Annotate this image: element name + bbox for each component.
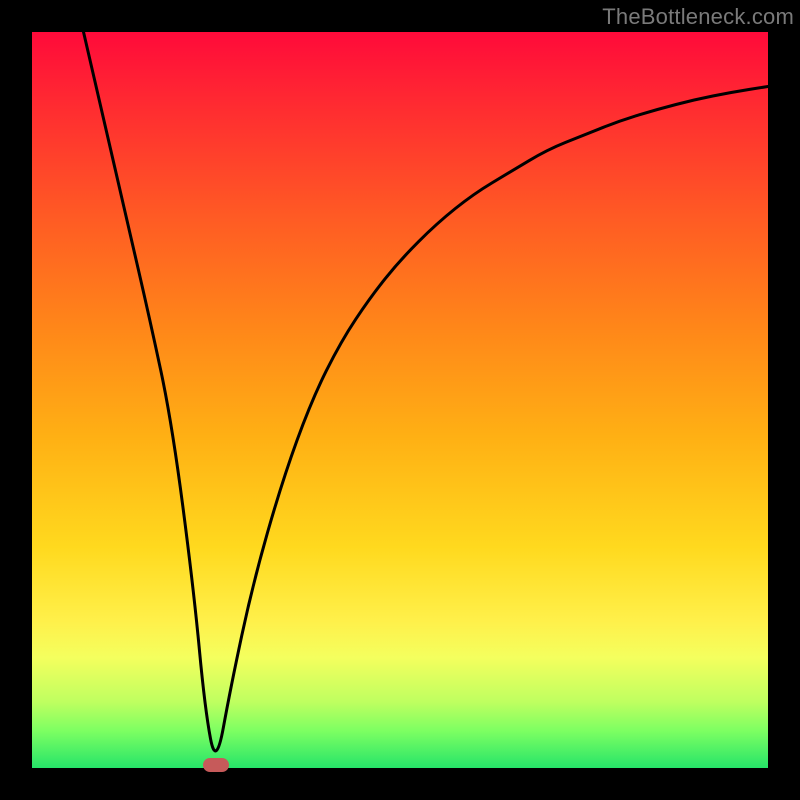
watermark-text: TheBottleneck.com — [602, 4, 794, 30]
minimum-marker — [203, 758, 229, 772]
plot-area — [32, 32, 768, 768]
bottleneck-curve — [32, 32, 768, 768]
chart-frame: TheBottleneck.com — [0, 0, 800, 800]
